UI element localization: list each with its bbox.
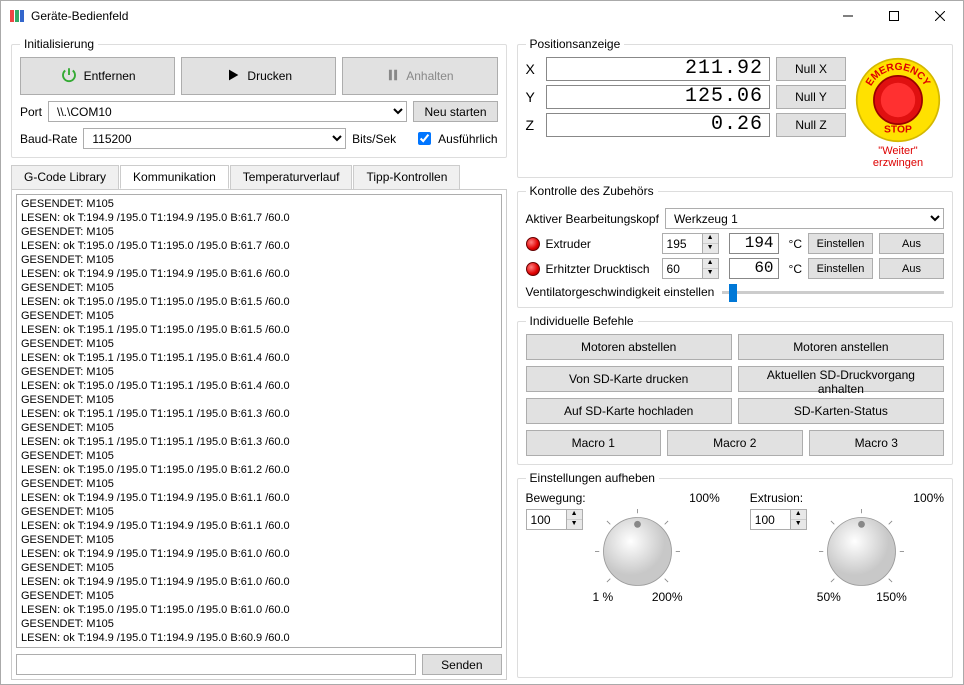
macro2-button[interactable]: Macro 2 [667, 430, 802, 456]
fan-slider[interactable] [722, 291, 944, 294]
position-legend: Positionsanzeige [526, 37, 625, 51]
pause-button[interactable]: Anhalten [342, 57, 497, 95]
bed-actual: 60 [729, 258, 779, 279]
extruder-set-button[interactable]: Einstellen [808, 233, 873, 254]
bed-led-icon [526, 262, 540, 276]
movement-spinner[interactable]: ▲▼ [526, 509, 583, 530]
init-legend: Initialisierung [20, 37, 98, 51]
maximize-button[interactable] [871, 1, 917, 31]
verbose-checkbox[interactable]: Ausführlich [414, 129, 497, 148]
movement-pct: 100% [689, 491, 720, 505]
tab-jog[interactable]: Tipp-Kontrollen [353, 165, 460, 189]
axis-x-label: X [526, 61, 540, 77]
send-button[interactable]: Senden [422, 654, 501, 675]
extruder-actual: 194 [729, 233, 779, 254]
sd-status-button[interactable]: SD-Karten-Status [738, 398, 944, 424]
macro3-button[interactable]: Macro 3 [809, 430, 944, 456]
minimize-button[interactable] [825, 1, 871, 31]
tab-temperature[interactable]: Temperaturverlauf [230, 165, 353, 189]
tab-bar: G-Code Library Kommunikation Temperaturv… [11, 165, 507, 190]
extruder-label: Extruder [546, 237, 656, 251]
sd-print-button[interactable]: Von SD-Karte drucken [526, 366, 732, 392]
init-group: Initialisierung Entfernen Drucken Anhalt… [11, 37, 507, 158]
extrusion-spinner[interactable]: ▲▼ [750, 509, 807, 530]
sd-upload-button[interactable]: Auf SD-Karte hochladen [526, 398, 732, 424]
port-label: Port [20, 105, 42, 119]
spin-down-icon[interactable]: ▼ [703, 269, 718, 279]
power-icon [60, 66, 78, 87]
position-y: 125.06 [546, 85, 770, 109]
position-z: 0.26 [546, 113, 770, 137]
baud-unit: Bits/Sek [352, 132, 396, 146]
null-y-button[interactable]: Null Y [776, 85, 846, 109]
null-x-button[interactable]: Null X [776, 57, 846, 81]
bed-set-button[interactable]: Einstellen [808, 258, 873, 279]
overrides-group: Einstellungen aufheben Bewegung: 100% ▲▼ [517, 471, 953, 678]
tab-communication[interactable]: Kommunikation [120, 165, 229, 189]
macro1-button[interactable]: Macro 1 [526, 430, 661, 456]
extruder-led-icon [526, 237, 540, 251]
tab-gcode[interactable]: G-Code Library [11, 165, 119, 189]
axis-y-label: Y [526, 89, 540, 105]
bed-label: Erhitzter Drucktisch [546, 262, 656, 276]
titlebar: Geräte-Bedienfeld [1, 1, 963, 31]
axis-z-label: Z [526, 117, 540, 133]
fan-label: Ventilatorgeschwindigkeit einstellen [526, 285, 715, 299]
bed-off-button[interactable]: Aus [879, 258, 944, 279]
remove-button[interactable]: Entfernen [20, 57, 175, 95]
extruder-set-spinner[interactable]: ▲▼ [662, 233, 719, 254]
bed-set-spinner[interactable]: ▲▼ [662, 258, 719, 279]
emergency-stop-button[interactable]: EMERGENCY STOP [855, 57, 941, 143]
motors-off-button[interactable]: Motoren abstellen [526, 334, 732, 360]
position-x: 211.92 [546, 57, 770, 81]
movement-dial[interactable] [595, 509, 680, 594]
extrusion-pct: 100% [913, 491, 944, 505]
window-title: Geräte-Bedienfeld [31, 9, 825, 23]
svg-text:STOP: STOP [884, 125, 912, 136]
force-continue-link[interactable]: "Weiter" erzwingen [852, 145, 944, 169]
commands-group: Individuelle Befehle Motoren abstellen M… [517, 314, 953, 465]
communication-log[interactable]: GESENDET: M105 LESEN: ok T:194.9 /195.0 … [16, 194, 502, 648]
app-icon [9, 8, 25, 24]
overrides-legend: Einstellungen aufheben [526, 471, 659, 485]
pause-icon [386, 67, 400, 86]
port-select[interactable]: \\.\COM10 [48, 101, 407, 122]
command-input[interactable] [16, 654, 416, 675]
accessories-group: Kontrolle des Zubehörs Aktiver Bearbeitu… [517, 184, 953, 308]
tab-content: GESENDET: M105 LESEN: ok T:194.9 /195.0 … [11, 189, 507, 680]
accessories-legend: Kontrolle des Zubehörs [526, 184, 658, 198]
close-button[interactable] [917, 1, 963, 31]
baud-select[interactable]: 115200 [83, 128, 346, 149]
commands-legend: Individuelle Befehle [526, 314, 638, 328]
sd-pause-button[interactable]: Aktuellen SD-Druckvorgang anhalten [738, 366, 944, 392]
extrusion-dial[interactable] [819, 509, 904, 594]
baud-label: Baud-Rate [20, 132, 77, 146]
movement-label: Bewegung: [526, 491, 586, 505]
motors-on-button[interactable]: Motoren anstellen [738, 334, 944, 360]
null-z-button[interactable]: Null Z [776, 113, 846, 137]
restart-button[interactable]: Neu starten [413, 101, 497, 122]
position-group: Positionsanzeige X 211.92 Null X Y 125.0… [517, 37, 953, 178]
extruder-off-button[interactable]: Aus [879, 233, 944, 254]
play-icon [225, 67, 241, 86]
print-button[interactable]: Drucken [181, 57, 336, 95]
spin-down-icon[interactable]: ▼ [703, 244, 718, 254]
head-select[interactable]: Werkzeug 1 [665, 208, 944, 229]
extrusion-label: Extrusion: [750, 491, 803, 505]
spin-up-icon[interactable]: ▲ [703, 234, 718, 244]
spin-up-icon[interactable]: ▲ [703, 259, 718, 269]
head-label: Aktiver Bearbeitungskopf [526, 212, 659, 226]
